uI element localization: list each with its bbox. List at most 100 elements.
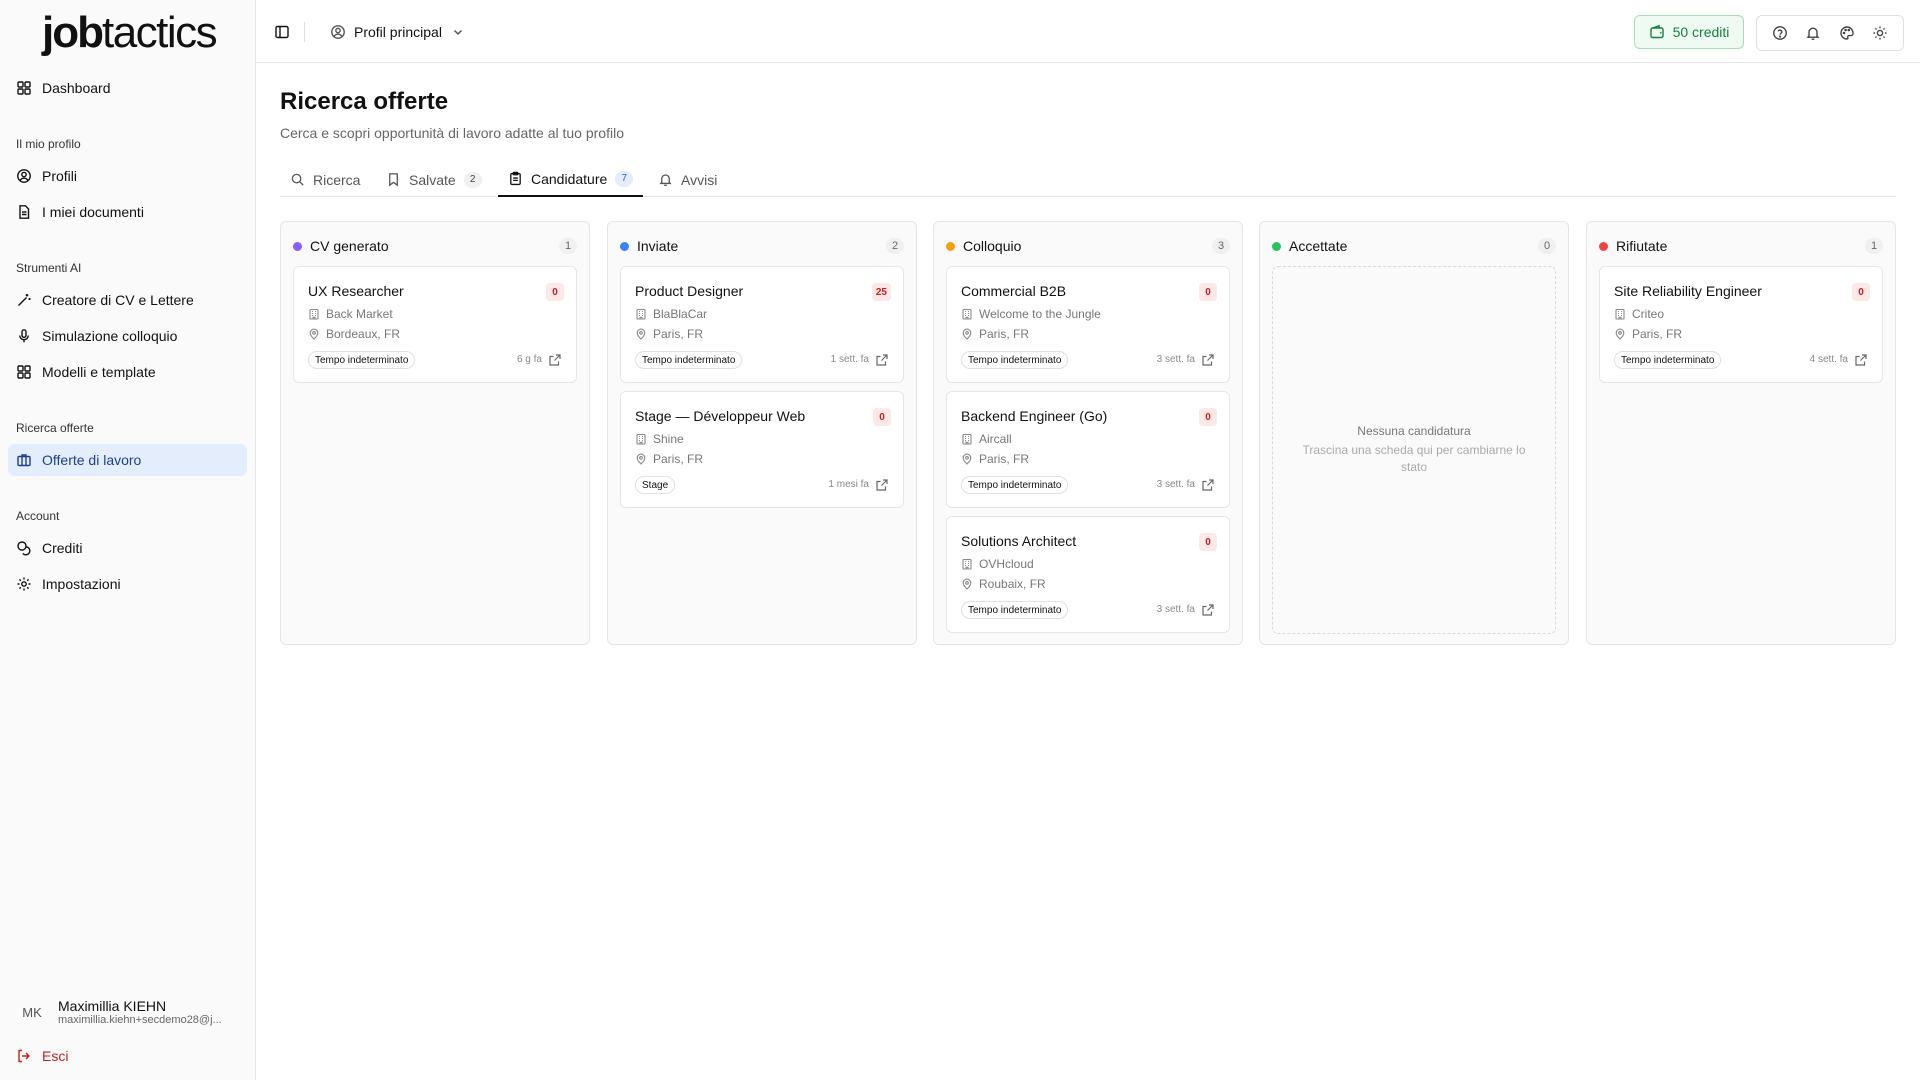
external-link-icon[interactable] [875, 478, 889, 492]
sidebar-toggle-button[interactable] [270, 20, 294, 44]
user-name: Maximillia KIEHN [58, 998, 167, 1014]
notifications-button[interactable] [1799, 19, 1827, 47]
application-card[interactable]: Solutions Architect 0 OVHcloud Roubaix, FR T… [946, 516, 1230, 633]
column-header: Rifiutate 1 [1599, 236, 1883, 256]
user-menu[interactable]: MK Maximillia KIEHN maximillia.kiehn+sec… [16, 992, 240, 1032]
location-pin-icon [962, 453, 972, 465]
sidebar-item-profiles[interactable]: Profili [8, 160, 247, 192]
status-dot [293, 241, 302, 251]
status-dot [1599, 241, 1608, 251]
building-icon [636, 308, 646, 320]
sidebar-item-interview[interactable]: Simulazione colloquio [8, 320, 247, 352]
empty-hint: Trascina una scheda qui per cambiarne lo… [1302, 443, 1526, 474]
logout-button[interactable]: Esci [8, 1040, 247, 1072]
job-title: Commercial B2B [961, 283, 1067, 299]
company-name: BlaBlaCar [653, 307, 708, 321]
application-card[interactable]: Commercial B2B 0 Welcome to the Jungle Pari… [946, 266, 1230, 383]
sidebar-item-label: Simulazione colloquio [42, 328, 178, 344]
kanban-column: CV generato 1 UX Researcher 0 Back Market Bor… [280, 221, 590, 645]
match-score-badge: 0 [1199, 408, 1217, 426]
help-button[interactable] [1766, 19, 1794, 47]
logout-label: Esci [42, 1048, 69, 1064]
sidebar-item-job-offers[interactable]: Offerte di lavoro [8, 444, 247, 476]
posted-time: 1 mesi fa [828, 479, 869, 490]
location: Bordeaux, FR [308, 327, 400, 341]
column-count: 1 [559, 238, 577, 254]
sidebar-item-credits[interactable]: Crediti [8, 532, 247, 564]
column-header: Colloquio 3 [946, 236, 1230, 256]
location: Roubaix, FR [961, 577, 1046, 591]
external-link-icon[interactable] [548, 353, 562, 367]
tab-count: 2 [463, 171, 482, 188]
application-card[interactable]: UX Researcher 0 Back Market Bordeaux, FR Tem… [293, 266, 577, 383]
location-pin-icon [636, 453, 646, 465]
location: Paris, FR [635, 327, 703, 341]
tab-saved[interactable]: Salvate 2 [376, 162, 492, 197]
application-card[interactable]: Backend Engineer (Go) 0 Aircall Paris, FR Te… [946, 391, 1230, 508]
location: Paris, FR [1614, 327, 1682, 341]
external-link-icon[interactable] [1201, 353, 1215, 367]
tab-search[interactable]: Ricerca [280, 162, 370, 197]
column-count: 2 [886, 238, 904, 254]
external-link-icon[interactable] [1201, 603, 1215, 617]
external-link-icon[interactable] [875, 353, 889, 367]
sidebar-item-settings[interactable]: Impostazioni [8, 568, 247, 600]
tab-applications[interactable]: Candidature 7 [498, 162, 644, 197]
match-score-badge: 0 [1852, 283, 1870, 301]
tab-label: Avvisi [681, 171, 718, 188]
logo-thin: tactics [101, 8, 218, 57]
external-link-icon[interactable] [1854, 353, 1868, 367]
sidebar-item-cv-creator[interactable]: Creatore di CV e Lettere [8, 284, 247, 316]
sidebar-item-documents[interactable]: I miei documenti [8, 196, 247, 228]
application-card[interactable]: Product Designer 25 BlaBlaCar Paris, FR Temp… [620, 266, 904, 383]
sidebar-item-label: Profili [42, 168, 78, 184]
posted-time: 3 sett. fa [1156, 479, 1195, 490]
sidebar-item-templates[interactable]: Modelli e template [8, 356, 247, 388]
column-header: CV generato 1 [293, 236, 577, 256]
sidebar-item-label: Dashboard [42, 80, 111, 96]
company-name: Welcome to the Jungle [979, 307, 1101, 321]
job-title: UX Researcher [308, 283, 404, 299]
building-icon [962, 558, 972, 570]
avatar: MK [22, 1004, 42, 1020]
posted-time: 3 sett. fa [1156, 354, 1195, 365]
application-card[interactable]: Stage — Développeur Web 0 Shine Paris, FR St… [620, 391, 904, 508]
job-title: Product Designer [635, 283, 744, 299]
app-logo[interactable]: jobtactics [42, 8, 218, 58]
contract-type-badge: Tempo indeterminato [1614, 351, 1722, 369]
location-pin-icon [1615, 328, 1625, 340]
company: Criteo [1614, 307, 1664, 321]
kanban-column: Inviate 2 Product Designer 25 BlaBlaCar Paris… [607, 221, 917, 645]
external-link-icon[interactable] [1201, 478, 1215, 492]
sidebar-item-dashboard[interactable]: Dashboard [8, 72, 247, 104]
contract-type-badge: Tempo indeterminato [961, 351, 1069, 369]
theme-toggle-button[interactable] [1866, 19, 1894, 47]
magic-wand-icon [18, 294, 31, 306]
column-header: Accettate 0 [1272, 236, 1556, 256]
job-title: Stage — Développeur Web [635, 408, 806, 424]
location-text: Paris, FR [653, 452, 704, 466]
theme-palette-button[interactable] [1833, 19, 1861, 47]
posted-time: 3 sett. fa [1156, 604, 1195, 615]
company: Welcome to the Jungle [961, 307, 1101, 321]
credits-button[interactable]: 50 crediti [1634, 15, 1744, 49]
tab-alerts[interactable]: Avvisi [648, 162, 727, 197]
column-header: Inviate 2 [620, 236, 904, 256]
kanban-column: Colloquio 3 Commercial B2B 0 Welcome to the … [933, 221, 1243, 645]
credits-label: 50 crediti [1672, 24, 1730, 40]
location-text: Paris, FR [1632, 327, 1683, 341]
help-icon [1772, 26, 1787, 40]
empty-drop-zone[interactable]: Nessuna candidatura Trascina una scheda q… [1272, 266, 1556, 634]
palette-icon [1840, 26, 1854, 40]
location-text: Paris, FR [979, 327, 1030, 341]
contract-type-badge: Stage [635, 476, 676, 494]
clipboard-icon [510, 171, 521, 186]
application-card[interactable]: Site Reliability Engineer 0 Criteo Paris, F… [1599, 266, 1883, 383]
building-icon [962, 433, 972, 445]
top-bar: Profil principal 50 crediti [256, 0, 1920, 63]
location-text: Roubaix, FR [979, 577, 1046, 591]
tab-bar: Ricerca Salvate 2 Candidature 7 Avvisi [280, 162, 1896, 197]
profile-select-label: Profil principal [354, 24, 442, 40]
tab-count: 7 [615, 170, 634, 187]
profile-select[interactable]: Profil principal [330, 20, 466, 44]
